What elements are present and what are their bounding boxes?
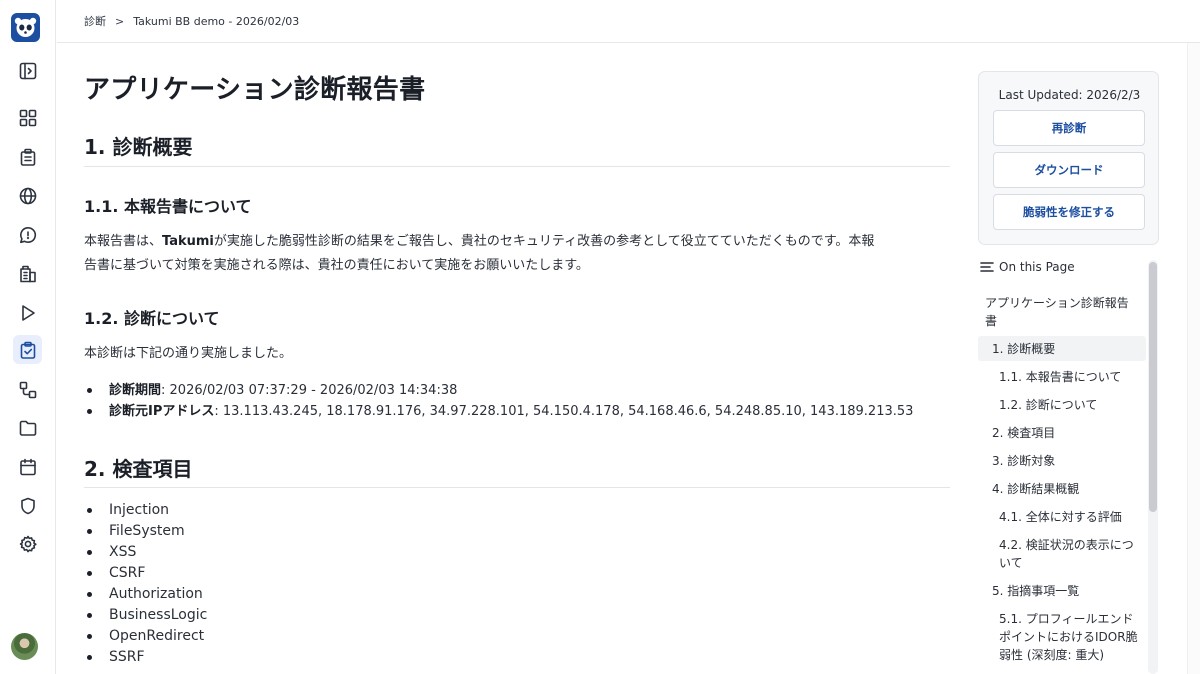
toc-item-findings[interactable]: 5. 指摘事項一覧 — [992, 582, 1079, 600]
dashboard-icon[interactable] — [13, 103, 42, 132]
fix-vulnerability-button[interactable]: 脆弱性を修正する — [993, 194, 1145, 230]
list-item: CSRF — [84, 563, 207, 584]
toc-item-check-items[interactable]: 2. 検査項目 — [992, 424, 1055, 442]
toc-item-overview[interactable]: 1. 診断概要 — [992, 340, 1055, 358]
toc-item-about-diagnosis[interactable]: 1.2. 診断について — [999, 396, 1097, 414]
chat-icon[interactable] — [13, 220, 42, 249]
logo-icon[interactable] — [11, 13, 40, 42]
toc-item-title-cont[interactable]: 書 — [985, 312, 997, 330]
toc-item-title[interactable]: アプリケーション診断報告 — [985, 294, 1129, 312]
list-item: Authorization — [84, 584, 207, 605]
list-item: Injection — [84, 500, 207, 521]
subsection-heading-about-diagnosis: 1.2. 診断について — [84, 309, 220, 328]
toc-scrollbar-thumb[interactable] — [1149, 262, 1157, 512]
rediagnose-button[interactable]: 再診断 — [993, 110, 1145, 146]
folder-icon[interactable] — [13, 413, 42, 442]
globe-icon[interactable] — [13, 181, 42, 210]
last-updated-text: Last Updated: 2026/2/3 — [998, 88, 1141, 102]
list-item: 診断期間: 2026/02/03 07:37:29 - 2026/02/03 1… — [84, 380, 913, 401]
calendar-icon[interactable] — [13, 452, 42, 481]
menu-lines-icon — [980, 262, 994, 272]
avatar[interactable] — [11, 633, 38, 660]
about-report-paragraph: 本報告書は、Takumiが実施した脆弱性診断の結果をご報告し、貴社のセキュリティ… — [84, 234, 875, 273]
section-heading-overview: 1. 診断概要 — [84, 135, 193, 159]
toc-heading: On this Page — [979, 259, 1075, 275]
toc-item-overall-evaluation[interactable]: 4.1. 全体に対する評価 — [999, 508, 1122, 526]
about-diagnosis-paragraph: 本診断は下記の通り実施しました。 — [84, 346, 293, 361]
toc-item-about-report[interactable]: 1.1. 本報告書について — [999, 368, 1121, 386]
list-item: OpenRedirect — [84, 626, 207, 647]
building-icon[interactable] — [13, 259, 42, 288]
clipboard-check-icon[interactable] — [13, 335, 42, 364]
breadcrumb-current: Takumi BB demo - 2026/02/03 — [133, 14, 300, 28]
list-item: XSS — [84, 542, 207, 563]
toc-item-finding-1-cont[interactable]: ポイントにおけるIDOR脆 — [999, 628, 1138, 646]
check-items-list: Injection FileSystem XSS CSRF Authorizat… — [84, 500, 207, 668]
toc-item-finding-1-cont2[interactable]: 弱性 (深刻度: 重大) — [999, 646, 1104, 664]
page-title: アプリケーション診断報告書 — [84, 75, 426, 105]
list-item: FileSystem — [84, 521, 207, 542]
play-icon[interactable] — [13, 298, 42, 327]
toc-item-results-overview[interactable]: 4. 診断結果概観 — [992, 480, 1079, 498]
sidebar-toggle-icon[interactable] — [13, 56, 42, 85]
section-heading-check-items: 2. 検査項目 — [84, 457, 193, 481]
section-divider — [84, 166, 950, 167]
chevron-right-icon: > — [115, 14, 125, 28]
actions-card: Last Updated: 2026/2/3 再診断 ダウンロード 脆弱性を修正… — [978, 71, 1159, 245]
download-button[interactable]: ダウンロード — [993, 152, 1145, 188]
clipboard-list-icon[interactable] — [13, 142, 42, 171]
sidebar — [0, 0, 56, 674]
subsection-heading-about-report: 1.1. 本報告書について — [84, 197, 252, 216]
breadcrumb: 診断 > Takumi BB demo - 2026/02/03 — [57, 0, 1200, 43]
list-item: SSRF — [84, 647, 207, 668]
breadcrumb-root[interactable]: 診断 — [84, 13, 106, 29]
report-content: アプリケーション診断報告書 1. 診断概要 1.1. 本報告書について 本報告書… — [84, 43, 950, 674]
toc-item-targets[interactable]: 3. 診断対象 — [992, 452, 1055, 470]
section-divider — [84, 487, 950, 488]
toc-item-verification-status[interactable]: 4.2. 検証状況の表示につ — [999, 536, 1134, 554]
list-item: 診断元IPアドレス: 13.113.43.245, 18.178.91.176,… — [84, 401, 913, 422]
list-item: BusinessLogic — [84, 605, 207, 626]
toc-item-verification-status-cont[interactable]: いて — [999, 554, 1023, 572]
gear-icon[interactable] — [13, 529, 42, 558]
toc-item-finding-1[interactable]: 5.1. プロフィールエンド — [999, 610, 1133, 628]
page-scrollbar[interactable] — [1187, 43, 1200, 674]
diagnosis-meta-list: 診断期間: 2026/02/03 07:37:29 - 2026/02/03 1… — [84, 380, 913, 422]
shield-icon[interactable] — [13, 491, 42, 520]
workflow-icon[interactable] — [13, 375, 42, 404]
